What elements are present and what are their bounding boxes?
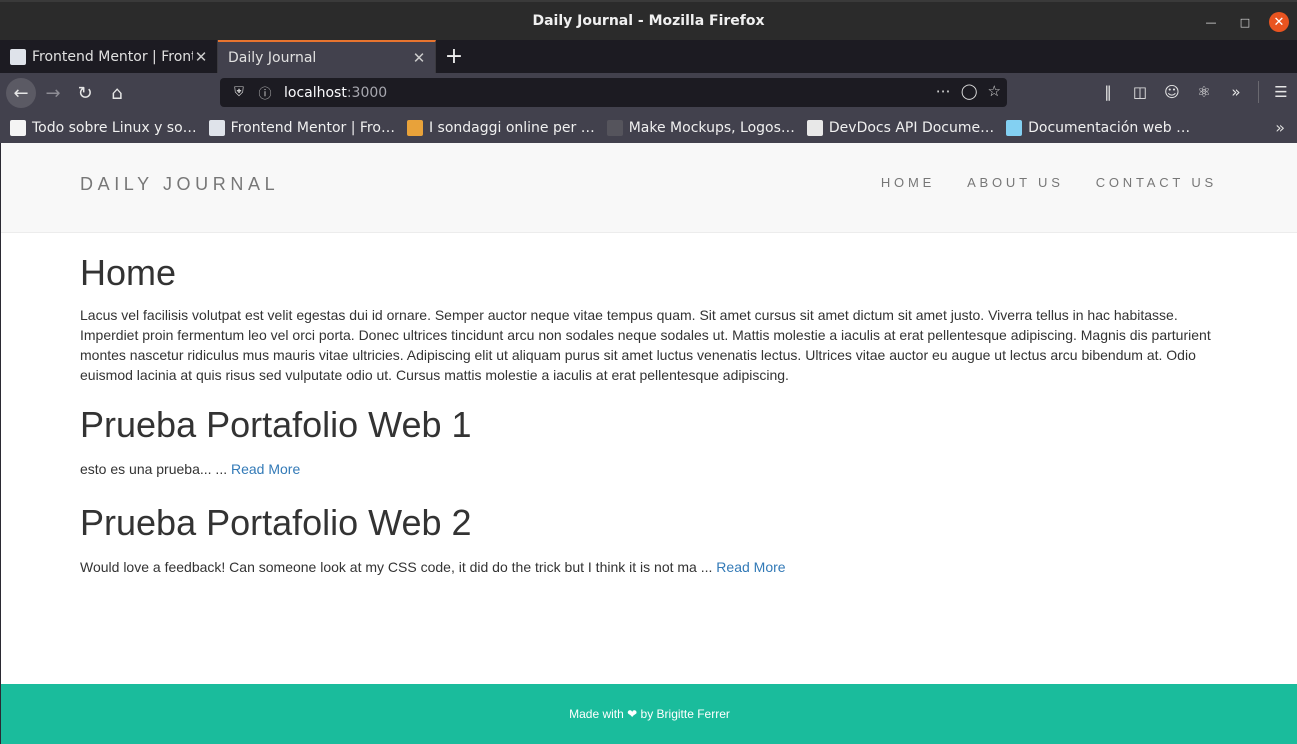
post-item: Prueba Portafolio Web 2 Would love a fee… <box>80 503 1218 577</box>
main-content: Home Lacus vel facilisis volutpat est ve… <box>1 233 1297 577</box>
tab-daily-journal[interactable]: Daily Journal ✕ <box>218 40 436 73</box>
bookmark-star-icon[interactable]: ☆ <box>988 82 1001 100</box>
url-actions: ⋯ ◯ ☆ <box>936 82 1001 100</box>
mdn-icon <box>1006 120 1023 136</box>
page-actions-icon[interactable]: ⋯ <box>936 82 951 100</box>
brand-logo[interactable]: DAILY JOURNAL <box>80 174 279 195</box>
bookmark-item[interactable]: Make Mockups, Logos… <box>606 120 795 136</box>
tracking-shield-icon[interactable]: ⛨ <box>228 85 250 100</box>
footer-credit: Made with ❤ by Brigitte Ferrer <box>569 707 730 721</box>
overflow-chevron-icon[interactable]: » <box>1226 81 1246 103</box>
pocket-icon[interactable]: ◯ <box>961 82 978 100</box>
read-more-link[interactable]: Read More <box>231 461 300 477</box>
survey-icon <box>406 120 423 136</box>
reload-icon[interactable]: ↻ <box>70 78 100 108</box>
maximize-icon[interactable]: □ <box>1235 12 1255 32</box>
post-excerpt-text: Would love a feedback! Can someone look … <box>80 559 717 575</box>
bookmark-label: Frontend Mentor | Fro… <box>230 120 395 136</box>
nav-home-link[interactable]: HOME <box>881 175 935 190</box>
tab-bar: Frontend Mentor | Front ✕ Daily Journal … <box>0 40 1297 73</box>
nav-about-link[interactable]: ABOUT US <box>967 175 1064 190</box>
close-tab-icon[interactable]: ✕ <box>193 48 209 66</box>
site-header: DAILY JOURNAL HOME ABOUT US CONTACT US <box>1 143 1297 233</box>
home-icon[interactable]: ⌂ <box>102 78 132 108</box>
site-footer: Made with ❤ by Brigitte Ferrer <box>1 684 1297 744</box>
bookmark-item[interactable]: DevDocs API Docume… <box>806 120 995 136</box>
intro-paragraph: Lacus vel facilisis volutpat est velit e… <box>80 307 1211 383</box>
bookmarks-overflow-chevron-icon[interactable]: » <box>1275 118 1285 137</box>
toolbar-right: ‖ ◫ ☺ ⚛ » ☰ <box>1098 81 1291 103</box>
post-title: Prueba Portafolio Web 1 <box>80 404 472 445</box>
frontend-mentor-icon <box>208 120 225 136</box>
post-excerpt-text: esto es una prueba... ... <box>80 461 231 477</box>
hamburger-menu-icon[interactable]: ☰ <box>1271 81 1291 103</box>
bookmark-label: Make Mockups, Logos… <box>628 120 795 136</box>
url-host: localhost <box>284 84 347 101</box>
page-viewport: DAILY JOURNAL HOME ABOUT US CONTACT US H… <box>0 143 1297 744</box>
url-bar[interactable]: ⛨ ⓘ localhost:3000 ⋯ ◯ ☆ <box>220 78 1007 107</box>
bookmark-item[interactable]: Frontend Mentor | Fro… <box>208 120 395 136</box>
bookmark-label: Todo sobre Linux y so… <box>32 120 197 136</box>
minimize-icon[interactable]: — <box>1201 12 1221 32</box>
post-title: Prueba Portafolio Web 2 <box>80 502 472 543</box>
window-controls: — □ ✕ <box>1201 12 1289 32</box>
post-item: Prueba Portafolio Web 1 esto es una prue… <box>80 405 1218 479</box>
post-excerpt: Would love a feedback! Can someone look … <box>80 557 1218 577</box>
site-info-icon[interactable]: ⓘ <box>254 83 276 102</box>
tab-label: Frontend Mentor | Front <box>32 48 193 65</box>
post-excerpt: esto es una prueba... ... Read More <box>80 459 1218 479</box>
page-title: Home <box>80 252 177 293</box>
react-devtools-icon[interactable]: ⚛ <box>1194 81 1214 103</box>
placeit-icon <box>606 120 623 136</box>
back-arrow-icon[interactable]: ← <box>6 78 36 108</box>
tab-frontend-mentor[interactable]: Frontend Mentor | Front ✕ <box>0 40 218 73</box>
account-icon[interactable]: ☺ <box>1162 81 1182 103</box>
bookmark-item[interactable]: I sondaggi online per … <box>406 120 595 136</box>
bookmark-label: I sondaggi online per … <box>428 120 595 136</box>
forward-arrow-icon[interactable]: → <box>38 78 68 108</box>
read-more-link[interactable]: Read More <box>716 559 785 575</box>
site-nav: HOME ABOUT US CONTACT US <box>881 175 1217 190</box>
bookmark-item[interactable]: Documentación web … <box>1006 120 1190 136</box>
toolbar-separator <box>1258 81 1259 103</box>
nav-contact-link[interactable]: CONTACT US <box>1096 175 1217 190</box>
bookmark-item[interactable]: Todo sobre Linux y so… <box>10 120 197 136</box>
close-window-icon[interactable]: ✕ <box>1269 12 1289 32</box>
devdocs-icon <box>806 120 823 136</box>
url-port: :3000 <box>346 84 388 101</box>
bookmark-label: Documentación web … <box>1028 120 1191 136</box>
library-icon[interactable]: ‖ <box>1098 81 1118 103</box>
navigation-toolbar: ← → ↻ ⌂ ⛨ ⓘ localhost:3000 ⋯ ◯ ☆ ‖ ◫ ☺ ⚛… <box>0 73 1297 113</box>
url-text[interactable]: localhost:3000 <box>284 85 387 101</box>
new-tab-plus-icon[interactable]: + <box>436 40 472 73</box>
close-tab-icon[interactable]: ✕ <box>411 49 427 67</box>
linux-icon <box>10 120 26 136</box>
bookmark-label: DevDocs API Docume… <box>828 120 995 136</box>
sidebar-icon[interactable]: ◫ <box>1130 81 1150 103</box>
window-title: Daily Journal - Mozilla Firefox <box>532 13 765 29</box>
frontend-mentor-favicon-icon <box>10 48 26 65</box>
bookmarks-bar: Todo sobre Linux y so… Frontend Mentor |… <box>0 113 1297 143</box>
tab-label: Daily Journal <box>228 49 317 66</box>
window-titlebar: Daily Journal - Mozilla Firefox — □ ✕ <box>0 0 1297 40</box>
